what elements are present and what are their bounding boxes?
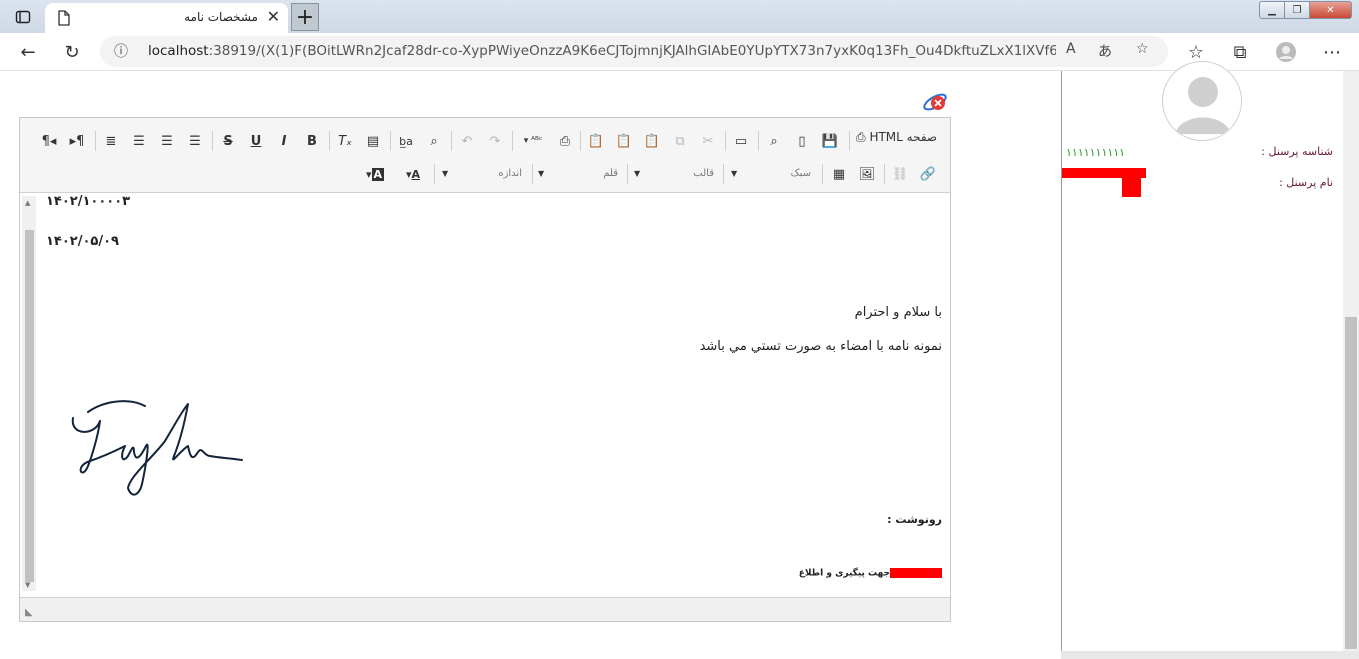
panel-scroll-thumb[interactable] bbox=[1345, 317, 1357, 649]
tab-title: مشخصات نامه bbox=[184, 10, 258, 24]
tab-close-icon[interactable]: ✕ bbox=[267, 7, 280, 26]
close-window-button[interactable]: ✕ bbox=[1309, 1, 1352, 19]
new-tab-button[interactable]: + bbox=[291, 3, 319, 31]
more-menu-icon[interactable]: ⋯ bbox=[1320, 40, 1344, 64]
personnel-id-label: شناسه پرسنل : bbox=[1261, 145, 1333, 158]
cc-line: جهت پیگیری و اطلاع bbox=[799, 568, 942, 579]
copy-format-icon[interactable]: ▤ bbox=[362, 130, 384, 152]
copy-icon[interactable]: ⧉ bbox=[669, 130, 691, 152]
collections-icon[interactable]: ⧉ bbox=[1228, 40, 1252, 64]
underline-icon[interactable]: U bbox=[245, 130, 267, 152]
spellcheck-icon[interactable]: ▾ ᴬᴮᶜ bbox=[516, 130, 550, 152]
letter-date: ۱۴۰۲/۰۵/۰۹ bbox=[46, 234, 119, 249]
find-icon[interactable]: ⌕ bbox=[423, 130, 445, 152]
source-label: صفحه HTML bbox=[869, 130, 938, 144]
browser-titlebar: مشخصات نامه ✕ + ▁ ❐ ✕ bbox=[0, 0, 1359, 33]
templates-icon[interactable]: ▭ bbox=[730, 130, 752, 152]
minimize-button[interactable]: ▁ bbox=[1259, 1, 1285, 19]
unlink-icon[interactable]: ⛓ bbox=[889, 163, 911, 185]
cut-icon[interactable]: ✂ bbox=[697, 130, 719, 152]
paste-icon[interactable]: 📋 bbox=[641, 130, 663, 152]
paste-word-icon[interactable]: 📋 bbox=[585, 130, 607, 152]
personnel-id-value: ۱۱۱۱۱۱۱۱۱۱ bbox=[1066, 146, 1126, 159]
source-icon: ⎙ bbox=[856, 130, 866, 144]
browser-navbar: ← ↻ ⓘ localhost:38919/(X(1)F(BOitLWRn2Jc… bbox=[0, 33, 1359, 71]
read-aloud-icon[interactable]: A bbox=[1066, 41, 1076, 57]
replace-icon[interactable]: b̲a bbox=[395, 130, 417, 152]
style-combo[interactable]: ▼ سبک bbox=[731, 166, 811, 184]
size-combo[interactable]: ▼ اندازه bbox=[442, 166, 522, 184]
italic-icon[interactable]: I bbox=[273, 130, 295, 152]
redo-icon[interactable]: ↷ bbox=[484, 130, 506, 152]
scroll-up-icon[interactable]: ▲ bbox=[25, 199, 30, 207]
scroll-down-icon[interactable]: ▼ bbox=[25, 581, 30, 589]
app-logo-icon bbox=[923, 93, 947, 111]
url-text: localhost:38919/(X(1)F(BOitLWRn2Jcaf28dr… bbox=[148, 43, 1056, 59]
tab-actions-button[interactable] bbox=[6, 4, 40, 30]
add-favorite-icon[interactable]: ☆ bbox=[1136, 41, 1149, 57]
print-icon[interactable]: ⎙ bbox=[554, 130, 576, 152]
site-info-icon[interactable]: ⓘ bbox=[114, 41, 128, 61]
redacted-personnel-mark bbox=[1122, 178, 1141, 197]
editor-statusbar: ◣ bbox=[20, 597, 950, 621]
translate-icon[interactable]: あ bbox=[1098, 41, 1112, 61]
content-scrollbar[interactable]: ▲ ▼ bbox=[22, 196, 36, 591]
refresh-icon[interactable]: ↻ bbox=[60, 40, 84, 64]
format-combo[interactable]: ▼ قالب bbox=[634, 166, 714, 184]
source-button[interactable]: صفحه HTML ⎙ bbox=[856, 130, 937, 145]
letter-number: ۱۴۰۲/۱۰۰۰۰۳ bbox=[46, 194, 131, 209]
ltr-icon[interactable]: ▸¶ bbox=[66, 130, 88, 152]
editor-content[interactable]: ▲ ▼ ۱۴۰۲/۱۰۰۰۰۳ ۱۴۰۲/۰۵/۰۹ با سلام و احت… bbox=[20, 193, 950, 597]
align-left-icon[interactable]: ☰ bbox=[184, 130, 206, 152]
editor-toolbar: ¶◂ ▸¶ ≣ ☰ ☰ ☰ S U I B Tₓ ▤ b̲a ⌕ ↶ ↷ ▾ ᴬ… bbox=[20, 118, 950, 193]
align-right-icon[interactable]: ☰ bbox=[128, 130, 150, 152]
personnel-panel: شناسه پرسنل : ۱۱۱۱۱۱۱۱۱۱ نام پرسنل : bbox=[1061, 61, 1359, 653]
font-combo[interactable]: ▼ قلم bbox=[538, 166, 618, 184]
link-icon[interactable]: 🔗 bbox=[917, 163, 939, 185]
panel-scrollbar[interactable] bbox=[1343, 71, 1359, 653]
save-icon[interactable]: 💾 bbox=[819, 130, 841, 152]
tab-actions-icon bbox=[15, 10, 31, 24]
back-icon[interactable]: ← bbox=[16, 40, 40, 64]
preview-icon[interactable]: ⌕ bbox=[763, 130, 785, 152]
strike-icon[interactable]: S bbox=[217, 130, 239, 152]
cc-line-text: جهت پیگیری و اطلاع bbox=[798, 568, 890, 579]
cc-label: رونوشت : bbox=[887, 513, 942, 526]
table-icon[interactable]: ▦ bbox=[828, 163, 850, 185]
panel-bottom-strip bbox=[1061, 651, 1359, 659]
personnel-name-label: نام پرسنل : bbox=[1279, 176, 1333, 189]
address-bar[interactable]: ⓘ localhost:38919/(X(1)F(BOitLWRn2Jcaf28… bbox=[100, 36, 1168, 67]
maximize-button[interactable]: ❐ bbox=[1284, 1, 1310, 19]
redacted-name bbox=[890, 568, 942, 578]
redacted-personnel-name bbox=[1062, 168, 1146, 178]
new-page-icon[interactable]: ▯ bbox=[791, 130, 813, 152]
resize-grip-icon[interactable]: ◣ bbox=[25, 607, 33, 618]
paste-text-icon[interactable]: 📋 bbox=[613, 130, 635, 152]
bold-icon[interactable]: B bbox=[301, 130, 323, 152]
rtl-icon[interactable]: ¶◂ bbox=[38, 130, 60, 152]
signature-image bbox=[71, 400, 243, 496]
scroll-thumb[interactable] bbox=[25, 230, 34, 582]
text-color-button[interactable]: ▾ A bbox=[396, 163, 430, 185]
tab-letter-details[interactable]: مشخصات نامه ✕ bbox=[45, 3, 288, 33]
remove-format-icon[interactable]: Tₓ bbox=[334, 130, 356, 152]
image-icon[interactable]: 🖼 bbox=[856, 163, 878, 185]
justify-icon[interactable]: ≣ bbox=[100, 130, 122, 152]
align-center-icon[interactable]: ☰ bbox=[156, 130, 178, 152]
page-icon bbox=[58, 10, 70, 26]
greeting-text: با سلام و احترام bbox=[854, 305, 942, 320]
rich-text-editor: ¶◂ ▸¶ ≣ ☰ ☰ ☰ S U I B Tₓ ▤ b̲a ⌕ ↶ ↷ ▾ ᴬ… bbox=[19, 117, 951, 622]
bg-color-button[interactable]: ▾ A bbox=[358, 163, 392, 185]
personnel-avatar bbox=[1162, 61, 1242, 141]
undo-icon[interactable]: ↶ bbox=[456, 130, 478, 152]
profile-avatar[interactable] bbox=[1274, 40, 1298, 64]
body-text: نمونه نامه با امضاء به صورت تستي مي باشد bbox=[699, 339, 942, 354]
